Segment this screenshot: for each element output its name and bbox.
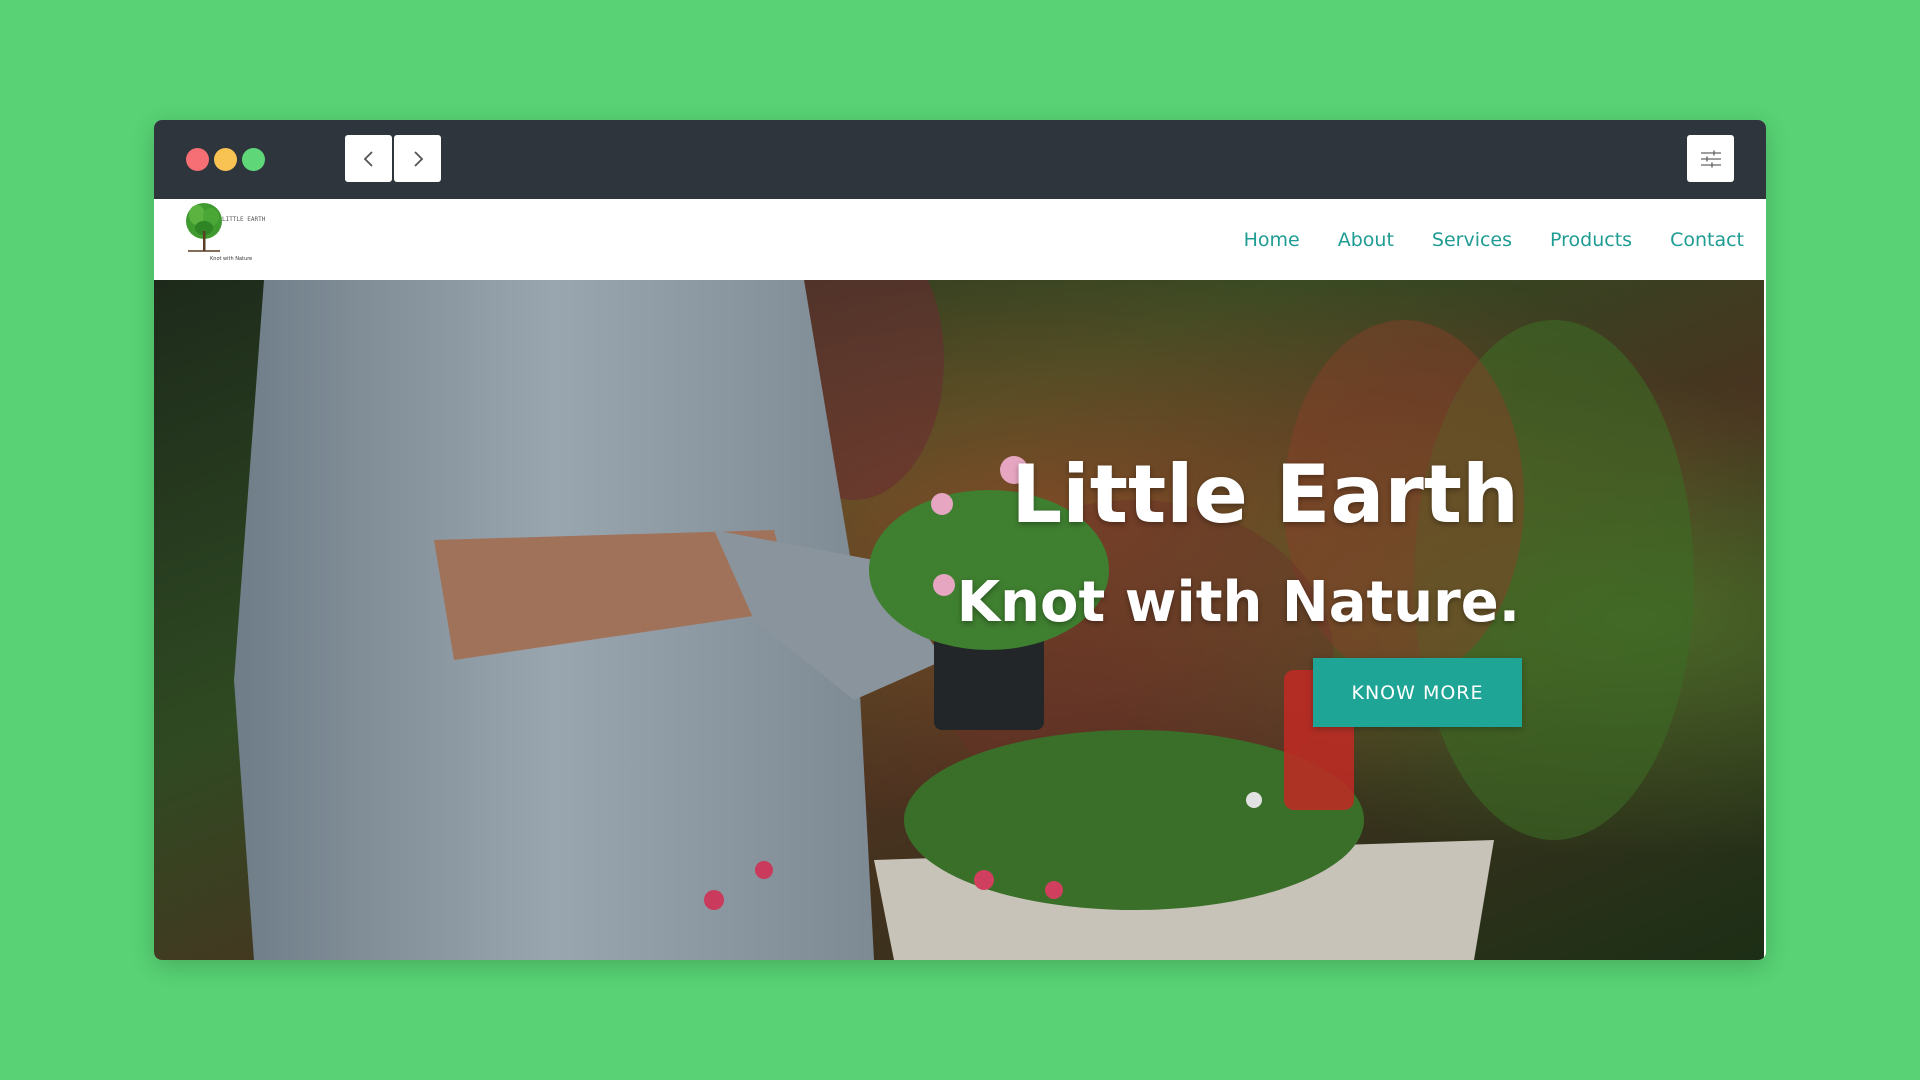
sliders-icon — [1700, 150, 1721, 167]
settings-menu-button[interactable] — [1687, 135, 1734, 182]
forward-button[interactable] — [394, 135, 441, 182]
close-window-button[interactable] — [186, 148, 209, 171]
know-more-button[interactable]: KNOW MORE — [1313, 658, 1522, 727]
hero-subtitle: Knot with Nature. — [956, 570, 1520, 635]
browser-window: LITTLE EARTH Knot with Nature Home About… — [154, 120, 1766, 960]
hero-title: Little Earth — [1011, 448, 1519, 541]
svg-text:Knot with Nature: Knot with Nature — [210, 256, 252, 262]
nav-item-products[interactable]: Products — [1550, 229, 1632, 251]
site-logo[interactable]: LITTLE EARTH Knot with Nature — [182, 201, 282, 263]
tree-logo-icon: LITTLE EARTH Knot with Nature — [186, 203, 266, 262]
chevron-left-icon — [363, 150, 373, 167]
main-nav: Home About Services Products Contact — [1244, 199, 1744, 280]
minimize-window-button[interactable] — [214, 148, 237, 171]
nav-item-about[interactable]: About — [1338, 229, 1394, 251]
browser-toolbar — [154, 120, 1766, 199]
site-header: LITTLE EARTH Knot with Nature Home About… — [154, 199, 1766, 280]
maximize-window-button[interactable] — [242, 148, 265, 171]
nav-item-home[interactable]: Home — [1244, 229, 1300, 251]
chevron-right-icon — [413, 150, 423, 167]
back-button[interactable] — [345, 135, 392, 182]
hero-section: Little Earth Knot with Nature. KNOW MORE — [154, 280, 1764, 960]
svg-text:LITTLE EARTH: LITTLE EARTH — [222, 216, 266, 223]
nav-item-contact[interactable]: Contact — [1670, 229, 1744, 251]
nav-item-services[interactable]: Services — [1432, 229, 1512, 251]
